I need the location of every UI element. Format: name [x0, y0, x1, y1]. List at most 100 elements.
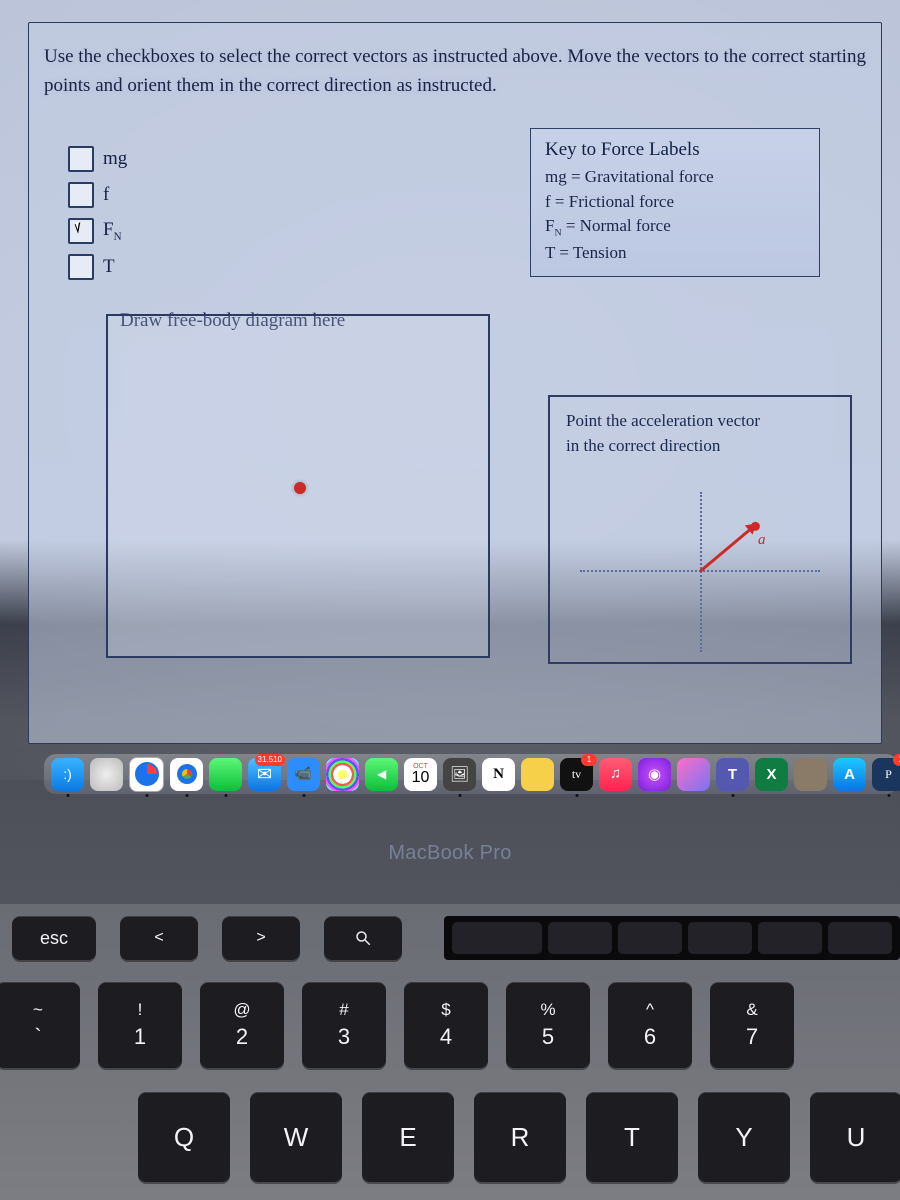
- key-q: Q: [138, 1092, 230, 1182]
- launchpad-icon[interactable]: [90, 758, 123, 791]
- notion-icon[interactable]: N: [482, 758, 515, 791]
- touchbar-segment: [452, 922, 542, 954]
- excel-icon[interactable]: [755, 758, 788, 791]
- photo-backdrop: Use the checkboxes to select the correct…: [0, 0, 900, 1200]
- checkbox-f[interactable]: [68, 182, 94, 208]
- fbd-center-point[interactable]: [294, 482, 306, 494]
- key-7: &7: [710, 982, 794, 1068]
- k4-up: $: [441, 1000, 450, 1020]
- k6-up: ^: [646, 1000, 654, 1020]
- key-u: U: [810, 1092, 900, 1182]
- chrome-icon[interactable]: [170, 758, 203, 791]
- search-icon: [354, 929, 372, 947]
- tv-badge: 1: [581, 754, 597, 766]
- key-1: !1: [98, 982, 182, 1068]
- k1-up: !: [138, 1000, 143, 1020]
- podcasts-icon[interactable]: [638, 758, 671, 791]
- calendar-icon[interactable]: OCT10: [404, 758, 437, 791]
- teams-icon[interactable]: [716, 758, 749, 791]
- checkbox-row-t: T: [68, 254, 127, 280]
- notion-glyph: N: [493, 766, 504, 783]
- acceleration-vector[interactable]: [699, 524, 756, 573]
- k3-up: #: [339, 1000, 348, 1020]
- pearson-icon[interactable]: 2: [872, 758, 900, 791]
- fn-prev-label: <: [154, 929, 163, 947]
- tilde-down: `: [34, 1024, 41, 1050]
- force-key-panel: Key to Force Labels mg = Gravitational f…: [530, 128, 820, 277]
- touchbar-segment: [758, 922, 822, 954]
- touchbar-segment: [548, 922, 612, 954]
- accel-line1: Point the acceleration vector: [566, 411, 760, 430]
- key-5: %5: [506, 982, 590, 1068]
- fn-pre: F: [103, 219, 114, 240]
- shortcuts-icon[interactable]: [677, 758, 710, 791]
- acceleration-plot[interactable]: a: [580, 492, 820, 652]
- force-key-title: Key to Force Labels: [545, 139, 805, 161]
- mail-icon[interactable]: 31,510: [248, 758, 281, 791]
- acceleration-instruction: Point the acceleration vector in the cor…: [550, 397, 850, 458]
- checkbox-label-fn: FN: [103, 219, 122, 243]
- qwerty-row: Q W E R T Y U: [138, 1092, 900, 1182]
- vector-checkbox-group: mg f FN T: [68, 146, 127, 290]
- k2-up: @: [233, 1000, 250, 1020]
- number-row: ~` !1 @2 #3 $4 %5 ^6 &7: [0, 982, 794, 1068]
- photos-icon[interactable]: [326, 758, 359, 791]
- key-e: E: [362, 1092, 454, 1182]
- mail-badge: 31,510: [255, 754, 285, 766]
- key-2: @2: [200, 982, 284, 1068]
- key-r: R: [474, 1092, 566, 1182]
- preview-icon[interactable]: [443, 758, 476, 791]
- backtick-key: ~`: [0, 982, 80, 1068]
- finder-icon[interactable]: [51, 758, 84, 791]
- instructions-text: Use the checkboxes to select the correct…: [44, 42, 872, 101]
- esc-label: esc: [40, 928, 68, 949]
- touch-bar: [444, 916, 900, 960]
- a-label: a: [758, 532, 766, 549]
- k3-down: 3: [338, 1024, 350, 1050]
- accel-line2: in the correct direction: [566, 436, 720, 455]
- k5-up: %: [540, 1000, 555, 1020]
- macbook-pro-label: MacBook Pro: [0, 842, 900, 865]
- fn-prev-key: <: [120, 916, 198, 960]
- gimp-icon[interactable]: [794, 758, 827, 791]
- checkbox-t[interactable]: [68, 254, 94, 280]
- fn-search-key: [324, 916, 402, 960]
- fn-next-label: >: [256, 929, 265, 947]
- pearson-badge: 2: [893, 754, 900, 766]
- acceleration-panel: Point the acceleration vector in the cor…: [548, 395, 852, 664]
- checkbox-label-mg: mg: [103, 148, 127, 170]
- zoom-icon[interactable]: [287, 758, 320, 791]
- notes-icon[interactable]: [521, 758, 554, 791]
- vector-handle[interactable]: [749, 520, 762, 533]
- messages-icon[interactable]: [209, 758, 242, 791]
- physical-keyboard: esc < > ~` !1 @2 #3 $4 %5 ^6 &7 Q W E R: [0, 904, 900, 1200]
- checkbox-label-f: f: [103, 184, 109, 206]
- safari-icon[interactable]: [129, 757, 164, 792]
- k2-down: 2: [236, 1024, 248, 1050]
- checkbox-mg[interactable]: [68, 146, 94, 172]
- key-f: f = Frictional force: [545, 190, 805, 215]
- k7-down: 7: [746, 1024, 758, 1050]
- checkbox-row-f: f: [68, 182, 127, 208]
- tilde-up: ~: [33, 1000, 43, 1020]
- k4-down: 4: [440, 1024, 452, 1050]
- app-store-icon[interactable]: [833, 758, 866, 791]
- k5-down: 5: [542, 1024, 554, 1050]
- function-row: esc < >: [12, 916, 402, 960]
- k7-up: &: [746, 1000, 757, 1020]
- music-icon[interactable]: [599, 758, 632, 791]
- key-3: #3: [302, 982, 386, 1068]
- key-t: T = Tension: [545, 241, 805, 266]
- key-w: W: [250, 1092, 342, 1182]
- apple-tv-icon[interactable]: 1: [560, 758, 593, 791]
- k6-down: 6: [644, 1024, 656, 1050]
- checkbox-row-mg: mg: [68, 146, 127, 172]
- key-fn-sub: N: [554, 228, 561, 239]
- macos-dock: 31,510 OCT10 N 1 2: [44, 754, 898, 794]
- esc-key: esc: [12, 916, 96, 960]
- facetime-icon[interactable]: [365, 758, 398, 791]
- fn-sub: N: [114, 231, 122, 243]
- fn-next-key: >: [222, 916, 300, 960]
- key-t: T: [586, 1092, 678, 1182]
- touchbar-segment: [688, 922, 752, 954]
